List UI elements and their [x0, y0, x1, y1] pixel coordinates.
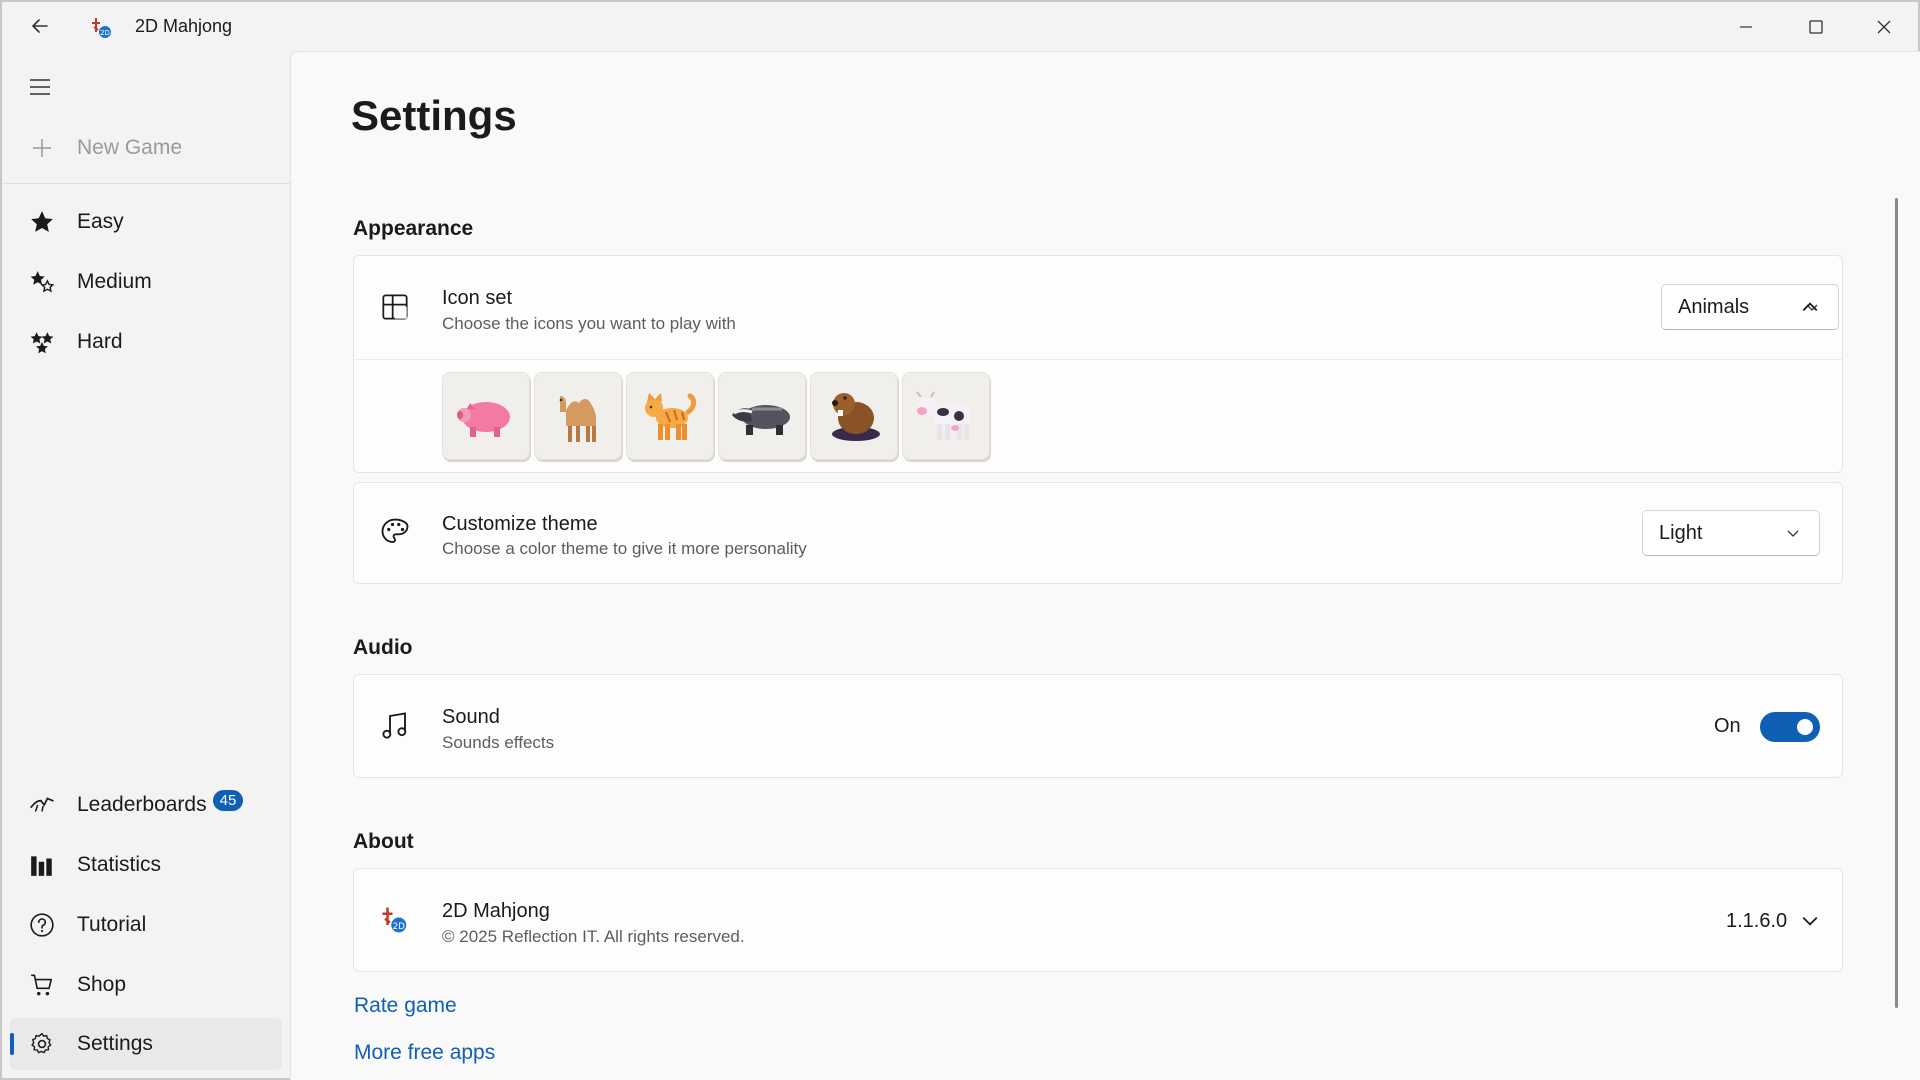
sidebar-item-label: Leaderboards — [77, 793, 207, 816]
cow-icon — [916, 391, 971, 440]
sidebar-item-hard[interactable]: Hard — [10, 316, 282, 368]
sidebar: New Game Easy Medium Hard Leaderboards 4… — [2, 51, 290, 1080]
sidebar-item-leaderboards[interactable]: Leaderboards 45 — [10, 779, 282, 831]
icon-set-value: Animals — [1678, 295, 1750, 318]
about-section-title: About — [353, 830, 414, 853]
sidebar-divider — [2, 183, 290, 184]
sidebar-item-shop[interactable]: Shop — [10, 959, 282, 1011]
sidebar-item-label: Medium — [77, 270, 152, 293]
audio-section-title: Audio — [353, 636, 413, 659]
maximize-button[interactable] — [1782, 2, 1850, 51]
minimize-icon — [1740, 25, 1752, 28]
minimize-button[interactable] — [1712, 2, 1780, 51]
star-sparkle-icon — [28, 268, 56, 296]
tile-badger — [718, 372, 806, 460]
close-icon — [1877, 20, 1891, 33]
theme-value: Light — [1659, 521, 1703, 544]
tile-cow — [902, 372, 990, 460]
sidebar-item-label: Easy — [77, 210, 124, 233]
sidebar-item-medium[interactable]: Medium — [10, 256, 282, 308]
leaderboard-icon — [28, 791, 56, 819]
tile-beaver — [810, 372, 898, 460]
collapse-button[interactable] — [1792, 289, 1828, 325]
chevron-down-icon — [1802, 916, 1818, 926]
app-icon: 2D — [90, 16, 114, 40]
bar-chart-icon — [28, 851, 56, 879]
sidebar-item-settings[interactable]: Settings — [10, 1018, 282, 1070]
tile-preview-row — [442, 372, 990, 460]
stars-icon — [28, 328, 56, 356]
star-icon — [28, 208, 56, 236]
sidebar-item-easy[interactable]: Easy — [10, 196, 282, 248]
app-window: 2D 2D Mahjong New Game Easy Medium Hard … — [0, 0, 1920, 1080]
version-label: 1.1.6.0 — [1726, 910, 1788, 932]
page-title: Settings — [351, 92, 517, 139]
about-app-name: 2D Mahjong — [442, 900, 550, 922]
sidebar-item-label: Hard — [77, 330, 123, 353]
hamburger-icon — [30, 79, 50, 95]
sidebar-item-tutorial[interactable]: Tutorial — [10, 899, 282, 951]
settings-page: Settings Appearance Icon set Choose the … — [290, 51, 1920, 1080]
window-title: 2D Mahjong — [135, 16, 233, 36]
theme-dropdown[interactable]: Light — [1642, 510, 1820, 556]
pig-icon — [457, 402, 510, 437]
back-button[interactable] — [22, 10, 58, 42]
sound-state-label: On — [1714, 715, 1741, 737]
theme-title: Customize theme — [442, 513, 598, 535]
about-card: 2D 2D Mahjong © 2025 Reflection IT. All … — [353, 868, 1843, 972]
sidebar-item-label: Tutorial — [77, 913, 147, 936]
title-bar: 2D 2D Mahjong — [2, 2, 1918, 51]
beaver-icon — [832, 393, 880, 441]
sound-title: Sound — [442, 706, 500, 728]
app-icon: 2D — [378, 903, 412, 937]
toggle-knob — [1797, 719, 1813, 735]
leaderboards-badge: 45 — [212, 790, 244, 811]
sound-description: Sounds effects — [442, 733, 555, 752]
cat-icon — [645, 393, 697, 440]
tile-cat — [626, 372, 714, 460]
cart-icon — [28, 971, 56, 999]
more-free-apps-link[interactable]: More free apps — [354, 1041, 495, 1065]
scrollbar[interactable] — [1895, 198, 1898, 1008]
gear-icon — [28, 1030, 56, 1058]
expand-button[interactable] — [1792, 903, 1828, 939]
theme-description: Choose a color theme to give it more per… — [442, 539, 807, 558]
badger-icon — [732, 405, 790, 435]
icon-set-card: Icon set Choose the icons you want to pl… — [353, 255, 1843, 473]
sidebar-item-label: Settings — [77, 1032, 153, 1055]
card-divider — [354, 359, 1842, 360]
new-game-button[interactable]: New Game — [10, 122, 282, 174]
rate-game-link[interactable]: Rate game — [354, 994, 457, 1018]
plus-icon — [28, 134, 56, 162]
sidebar-item-label: Shop — [77, 973, 127, 996]
palette-icon — [378, 515, 412, 549]
back-arrow-icon — [32, 19, 48, 33]
sidebar-item-label: Statistics — [77, 853, 162, 876]
camel-icon — [559, 396, 596, 442]
close-button[interactable] — [1850, 2, 1918, 51]
theme-card: Customize theme Choose a color theme to … — [353, 482, 1843, 584]
sound-card: Sound Sounds effects On — [353, 674, 1843, 778]
chevron-up-icon — [1802, 302, 1818, 312]
icon-set-description: Choose the icons you want to play with — [442, 314, 736, 333]
appearance-section-title: Appearance — [353, 217, 474, 240]
sound-toggle[interactable] — [1760, 712, 1820, 742]
menu-toggle-button[interactable] — [22, 71, 58, 103]
layout-icon — [378, 290, 412, 324]
sidebar-item-statistics[interactable]: Statistics — [10, 839, 282, 891]
svg-text:2D: 2D — [393, 922, 406, 932]
maximize-icon — [1809, 19, 1823, 34]
icon-set-title: Icon set — [442, 287, 513, 309]
chevron-down-icon — [1787, 530, 1799, 537]
new-game-label: New Game — [77, 136, 183, 159]
tile-pig — [442, 372, 530, 460]
tile-camel — [534, 372, 622, 460]
about-copyright: © 2025 Reflection IT. All rights reserve… — [442, 927, 745, 946]
svg-text:2D: 2D — [100, 29, 110, 37]
help-icon — [28, 911, 56, 939]
music-note-icon — [378, 709, 412, 743]
